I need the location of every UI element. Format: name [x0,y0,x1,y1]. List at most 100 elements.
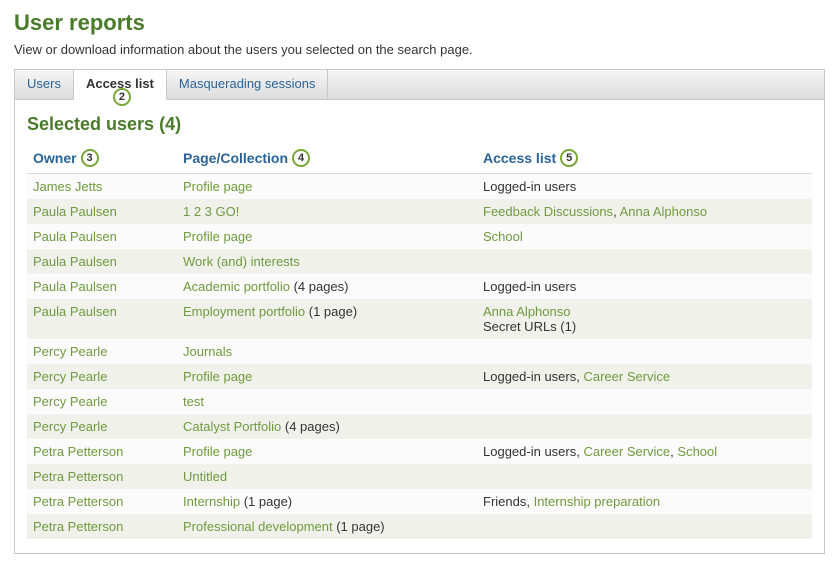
col-header-page[interactable]: Page/Collection 4 [177,145,477,174]
access-link[interactable]: Career Service [583,369,670,384]
page-text: (1 page) [333,519,385,534]
access-link[interactable]: Anna Alphonso [620,204,707,219]
page-link[interactable]: test [183,394,204,409]
page-link[interactable]: Work (and) interests [183,254,300,269]
access-link[interactable]: Career Service [583,444,670,459]
owner-link[interactable]: Petra Petterson [33,519,123,534]
access-text: Logged-in users [483,369,576,384]
page-cell: Internship (1 page) [177,489,477,514]
col-header-page-label: Page/Collection [183,150,288,166]
owner-link[interactable]: Percy Pearle [33,344,107,359]
col-header-owner-label: Owner [33,150,77,166]
access-cell: Logged-in users [477,174,812,200]
owner-link[interactable]: Petra Petterson [33,494,123,509]
access-cell [477,464,812,489]
page-link[interactable]: Internship [183,494,240,509]
owner-link[interactable]: Paula Paulsen [33,304,117,319]
owner-link[interactable]: Percy Pearle [33,419,107,434]
access-text: Logged-in users [483,279,576,294]
access-cell: Anna AlphonsoSecret URLs (1) [477,299,812,339]
access-link[interactable]: Anna Alphonso [483,304,570,319]
page-cell: Academic portfolio (4 pages) [177,274,477,299]
tab-label: Users [27,76,61,91]
page-cell: Profile page [177,439,477,464]
page-link[interactable]: 1 2 3 GO! [183,204,239,219]
annotation-ring-page: 4 [292,149,310,167]
table-row: Paula PaulsenEmployment portfolio (1 pag… [27,299,812,339]
col-header-access[interactable]: Access list 5 [477,145,812,174]
page-cell: Catalyst Portfolio (4 pages) [177,414,477,439]
page-cell: test [177,389,477,414]
tab-content: Selected users (4) Owner 3 Page/Collecti… [14,99,825,554]
page-text: (1 page) [240,494,292,509]
access-list-table: Owner 3 Page/Collection 4 Access list 5 [27,145,812,539]
page-link[interactable]: Employment portfolio [183,304,305,319]
access-cell: Feedback Discussions, Anna Alphonso [477,199,812,224]
owner-link[interactable]: Paula Paulsen [33,254,117,269]
owner-link[interactable]: Petra Petterson [33,469,123,484]
access-link[interactable]: Feedback Discussions [483,204,613,219]
page-cell: Profile page [177,364,477,389]
access-text: Logged-in users [483,444,576,459]
page-link[interactable]: Academic portfolio [183,279,290,294]
table-row: Paula Paulsen Profile page School [27,224,812,249]
owner-link[interactable]: Paula Paulsen [33,204,117,219]
access-cell: Logged-in users, Career Service, School [477,439,812,464]
page-link[interactable]: Profile page [183,229,252,244]
page-cell: Professional development (1 page) [177,514,477,539]
table-row: Petra Petterson Untitled [27,464,812,489]
table-row: Petra Petterson Internship (1 page) Friend… [27,489,812,514]
table-row: Percy Pearle Journals [27,339,812,364]
page-text: (4 pages) [281,419,340,434]
tab-users[interactable]: Users [15,70,74,99]
col-header-owner[interactable]: Owner 3 [27,145,177,174]
page-link[interactable]: Profile page [183,369,252,384]
access-cell [477,514,812,539]
tab-masquerading-sessions[interactable]: Masquerading sessions [167,70,329,99]
tab-access-list[interactable]: Access list2 [74,70,167,100]
page-cell: Profile page [177,174,477,200]
page-link[interactable]: Profile page [183,179,252,194]
table-row: Petra Petterson Professional development … [27,514,812,539]
annotation-ring-tab: 2 [113,88,131,106]
page-link[interactable]: Untitled [183,469,227,484]
page-link[interactable]: Journals [183,344,232,359]
access-link[interactable]: School [483,229,523,244]
access-text: , [526,494,533,509]
section-title: Selected users (4) [27,114,812,135]
table-row: Percy Pearle Profile page Logged-in users,… [27,364,812,389]
access-cell: Logged-in users, Career Service [477,364,812,389]
access-link[interactable]: Internship preparation [534,494,660,509]
page-cell: Journals [177,339,477,364]
owner-link[interactable]: Percy Pearle [33,369,107,384]
table-row: Percy Pearle Catalyst Portfolio (4 pages) [27,414,812,439]
tab-label: Masquerading sessions [179,76,316,91]
access-cell [477,389,812,414]
table-row: Paula Paulsen 1 2 3 GO! Feedback Discussio… [27,199,812,224]
page-link[interactable]: Catalyst Portfolio [183,419,281,434]
owner-link[interactable]: Paula Paulsen [33,279,117,294]
owner-link[interactable]: Paula Paulsen [33,229,117,244]
owner-link[interactable]: Percy Pearle [33,394,107,409]
page-link[interactable]: Professional development [183,519,333,534]
annotation-ring-access: 5 [560,149,578,167]
table-row: Petra Petterson Profile page Logged-in use… [27,439,812,464]
page-link[interactable]: Profile page [183,444,252,459]
owner-link[interactable]: James Jetts [33,179,102,194]
owner-link[interactable]: Petra Petterson [33,444,123,459]
page-cell: Profile page [177,224,477,249]
access-cell: School [477,224,812,249]
page-cell: Work (and) interests [177,249,477,274]
col-header-access-label: Access list [483,150,556,166]
tab-bar: Users Access list2 Masquerading sessions [14,69,825,99]
page-cell: Untitled [177,464,477,489]
table-row: Paula Paulsen Academic portfolio (4 pages… [27,274,812,299]
page-text: (4 pages) [290,279,349,294]
section-count: (4) [159,114,181,134]
access-cell [477,414,812,439]
access-text: Friends [483,494,526,509]
access-cell [477,249,812,274]
page-cell: 1 2 3 GO! [177,199,477,224]
access-cell: Logged-in users [477,274,812,299]
access-link[interactable]: School [677,444,717,459]
